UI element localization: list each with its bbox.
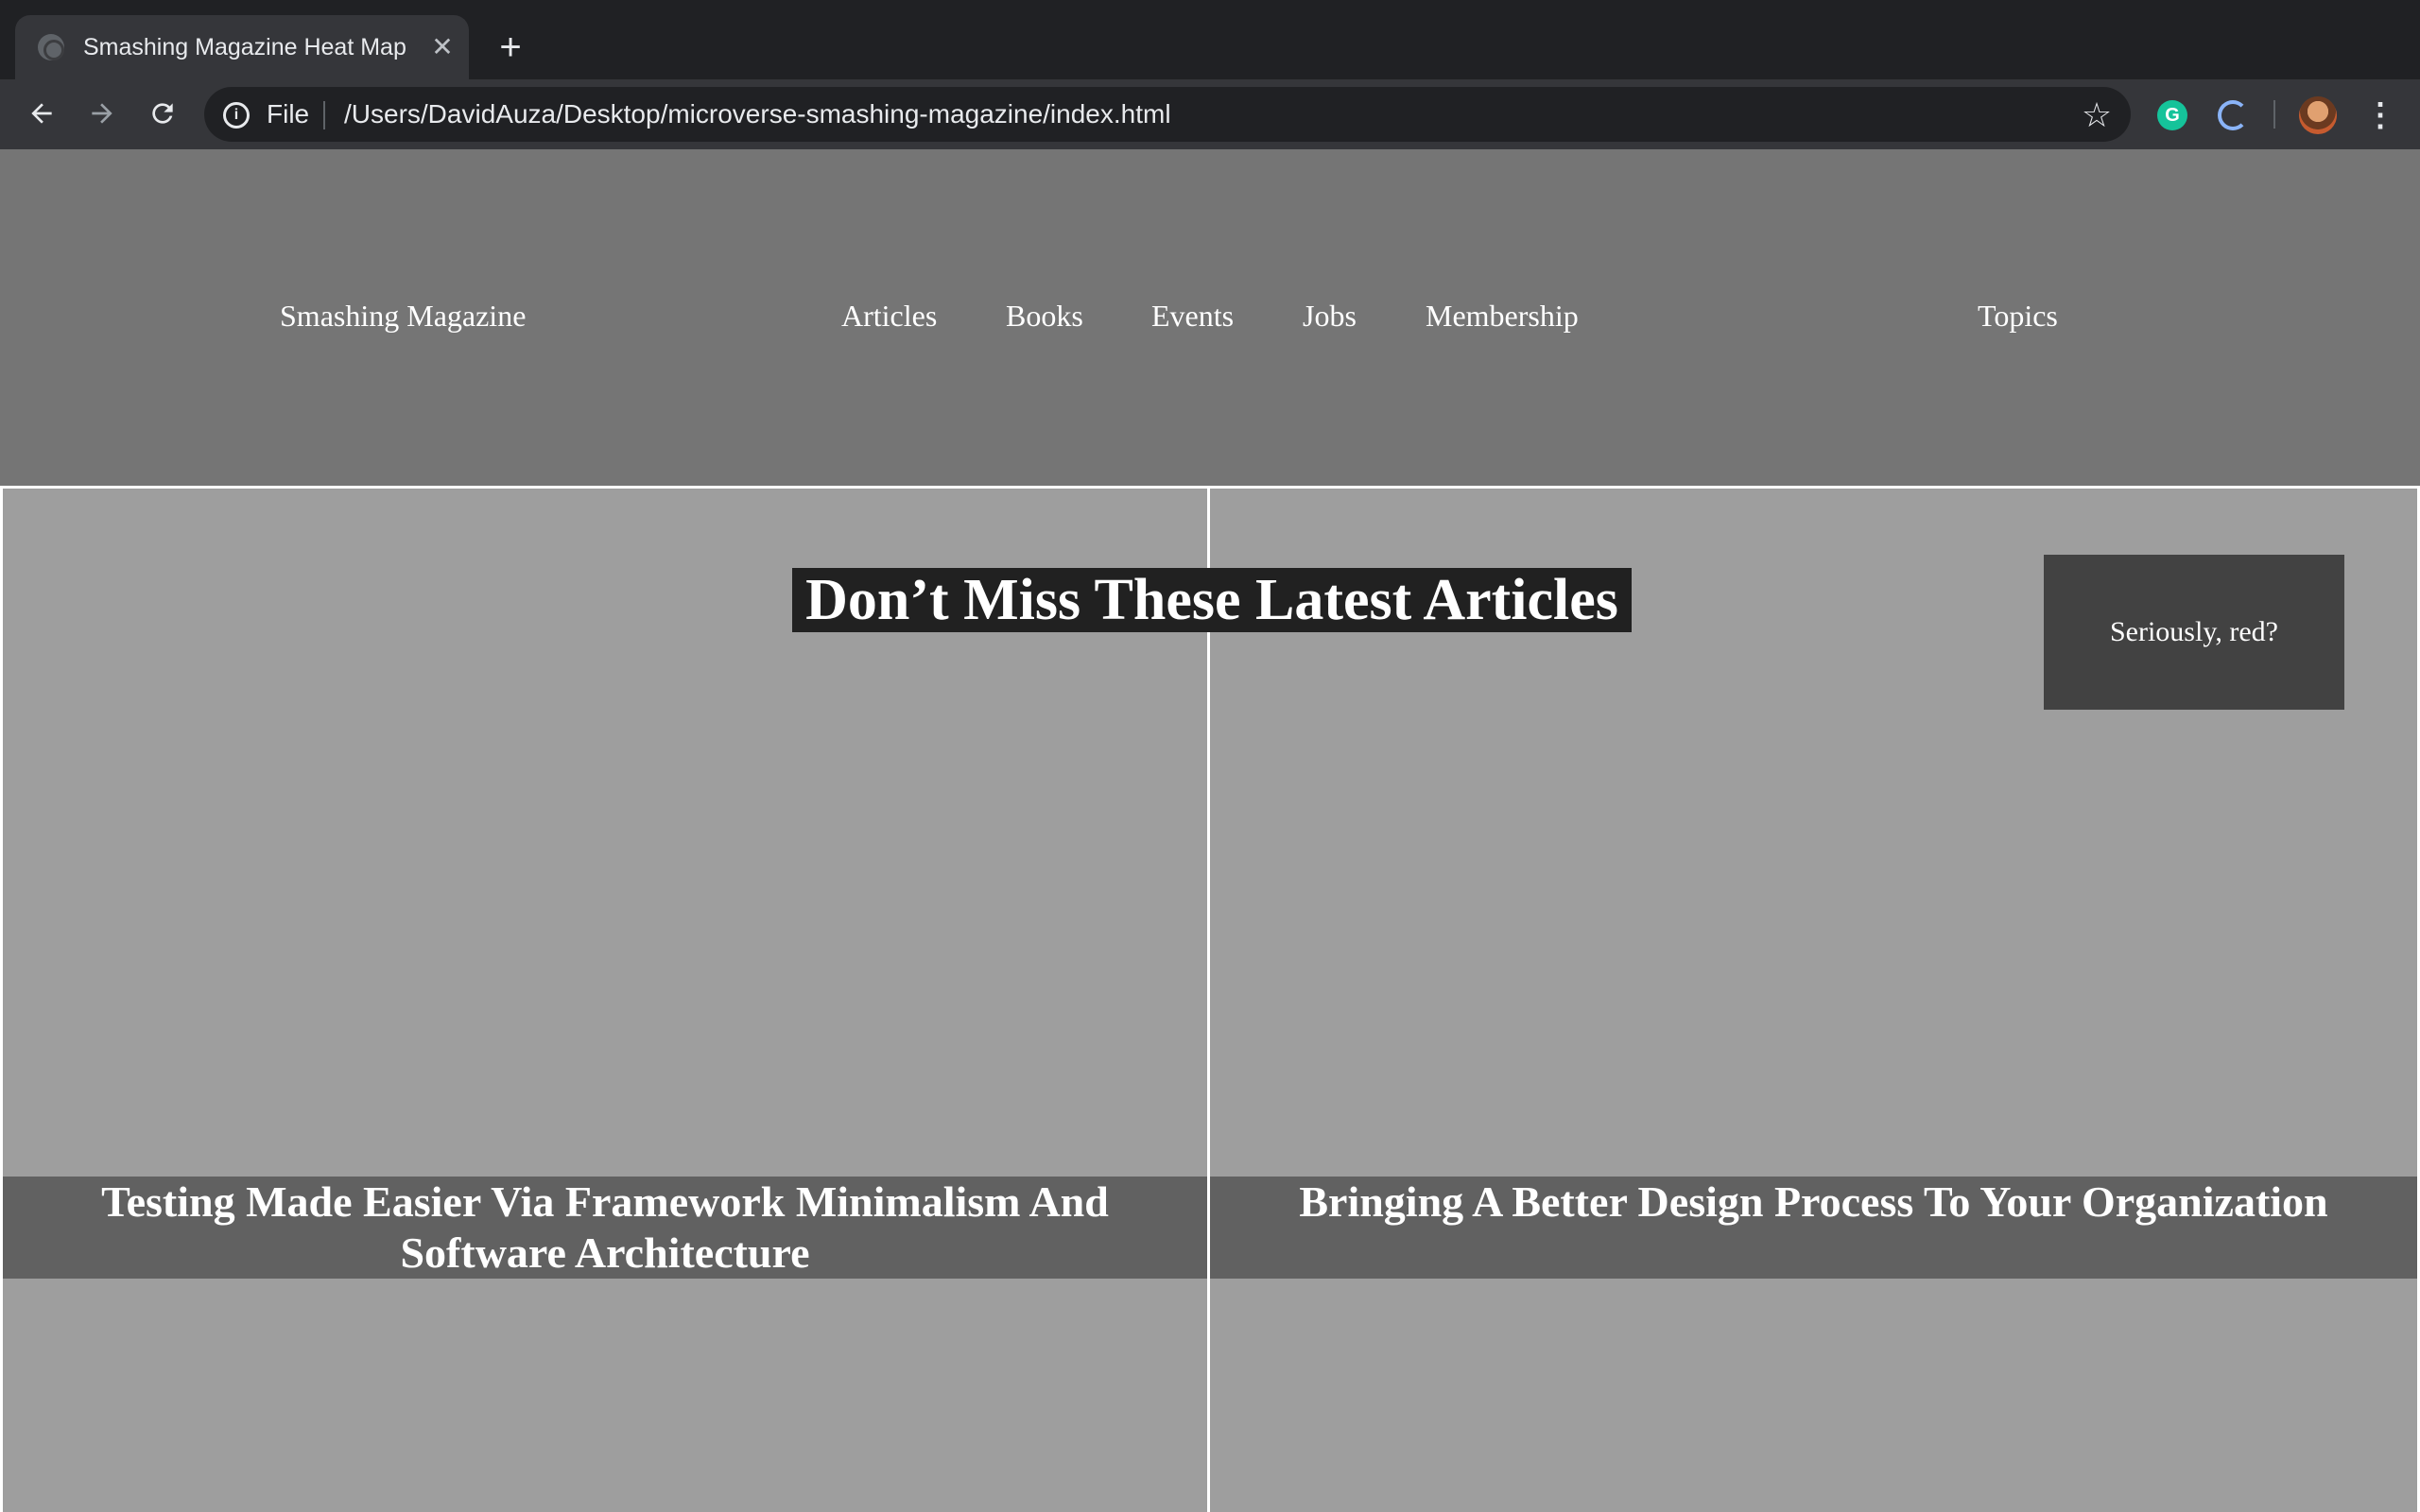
seriously-red-button[interactable]: Seriously, red?: [2044, 555, 2344, 710]
scheme-label: File: [267, 99, 310, 129]
toolbar-divider: [2273, 100, 2275, 129]
page-headline: Don’t Miss These Latest Articles: [786, 566, 1637, 634]
menu-icon[interactable]: ⋮: [2361, 94, 2399, 136]
browser-tabstrip: Smashing Magazine Heat Map ✕ +: [0, 0, 2420, 79]
extension-icon[interactable]: [2218, 100, 2248, 130]
forward-button[interactable]: [79, 91, 125, 136]
browser-toolbar: i File /Users/DavidAuza/Desktop/microver…: [0, 79, 2420, 149]
omnibox-divider: [323, 101, 325, 129]
browser-tab[interactable]: Smashing Magazine Heat Map ✕: [15, 15, 469, 79]
close-icon[interactable]: ✕: [425, 30, 459, 64]
nav-link-books[interactable]: Books: [1006, 297, 1083, 335]
new-tab-button[interactable]: +: [488, 28, 533, 74]
article-title[interactable]: Bringing A Better Design Process To Your…: [1210, 1177, 2417, 1279]
nav-link-membership[interactable]: Membership: [1426, 297, 1579, 335]
nav-link-topics[interactable]: Topics: [1978, 297, 2058, 335]
back-arrow-icon: [31, 103, 52, 124]
headline-text: Don’t Miss These Latest Articles: [792, 568, 1632, 632]
back-button[interactable]: [19, 91, 64, 136]
url-text[interactable]: /Users/DavidAuza/Desktop/microverse-smas…: [344, 99, 1171, 129]
info-icon[interactable]: i: [223, 102, 250, 129]
globe-icon: [38, 34, 64, 60]
profile-avatar[interactable]: [2299, 96, 2337, 134]
article-title[interactable]: Testing Made Easier Via Framework Minima…: [3, 1177, 1207, 1279]
reload-icon: [152, 103, 173, 124]
nav-link-articles[interactable]: Articles: [841, 297, 937, 335]
main-content: Testing Made Easier Via Framework Minima…: [0, 486, 2420, 1512]
article-card[interactable]: Testing Made Easier Via Framework Minima…: [0, 489, 1210, 1512]
nav-link-events[interactable]: Events: [1151, 297, 1234, 335]
grammarly-extension-icon[interactable]: G: [2157, 100, 2187, 130]
reload-button[interactable]: [140, 91, 185, 136]
star-icon[interactable]: ☆: [2078, 96, 2116, 134]
forward-arrow-icon: [92, 103, 112, 124]
nav-link-jobs[interactable]: Jobs: [1303, 297, 1357, 335]
site-logo[interactable]: Smashing Magazine: [280, 297, 526, 335]
address-bar[interactable]: i File /Users/DavidAuza/Desktop/microver…: [204, 87, 2131, 142]
site-header: Smashing Magazine Articles Books Events …: [0, 149, 2420, 486]
tab-title: Smashing Magazine Heat Map: [83, 34, 406, 60]
